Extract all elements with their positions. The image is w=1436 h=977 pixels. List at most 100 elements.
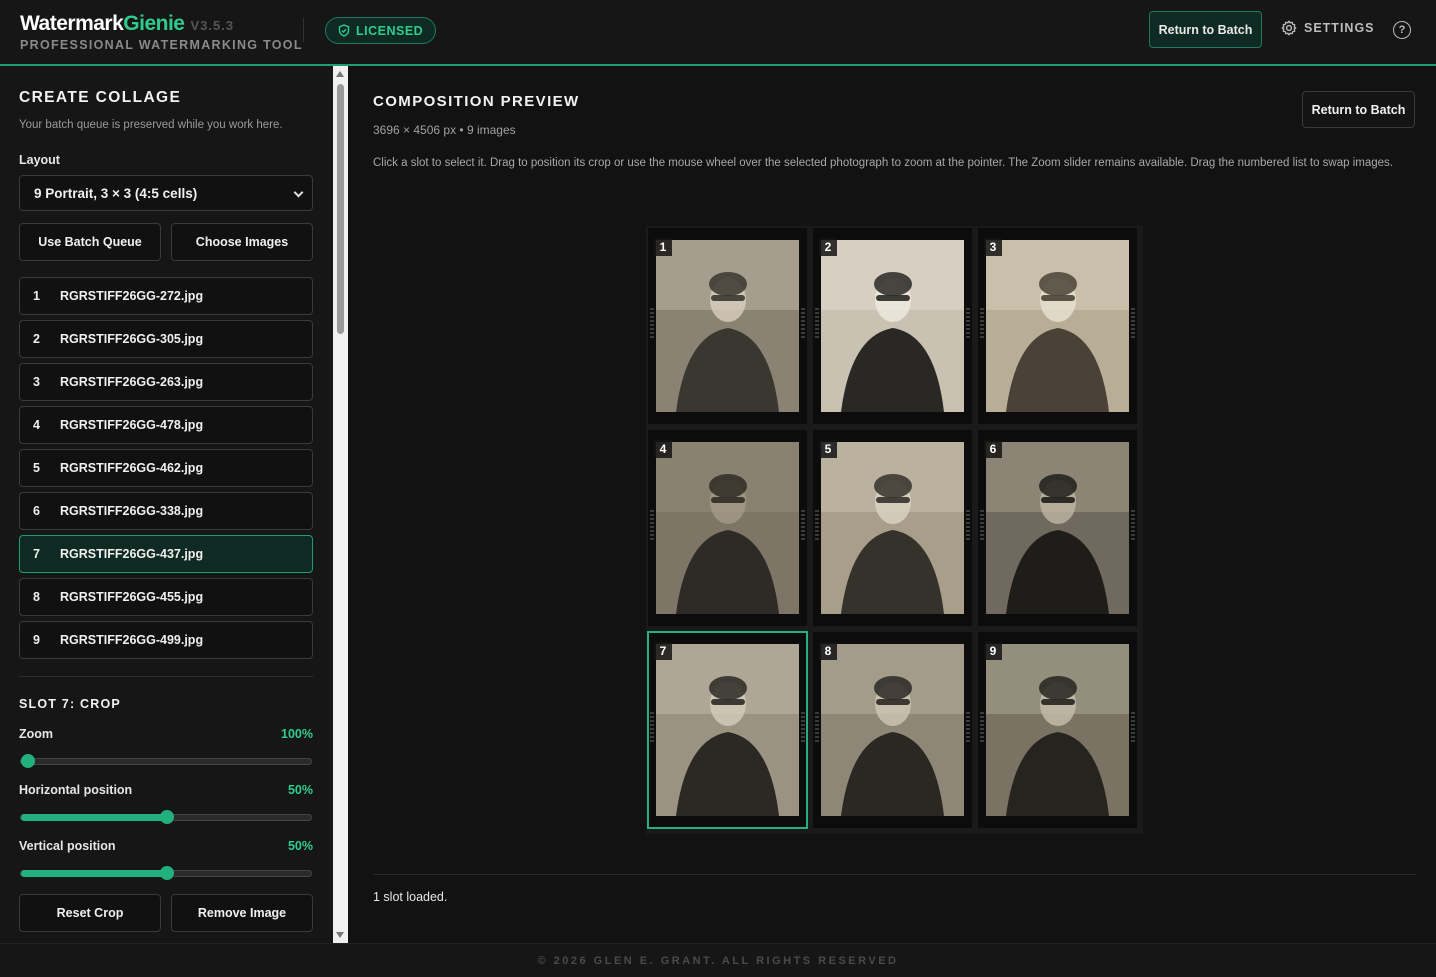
photo-thumbnail [821,644,964,816]
zoom-slider[interactable] [20,754,312,768]
reset-crop-button[interactable]: Reset Crop [19,894,161,932]
photo-thumbnail [821,442,964,614]
collage-photo[interactable] [986,644,1129,816]
collage-photo[interactable] [986,442,1129,614]
film-edge-marks [650,510,654,540]
image-list-item-number: 9 [33,633,40,647]
settings-button[interactable]: SETTINGS [1281,20,1375,36]
image-list-item[interactable]: 5 RGRSTIFF26GG-462.jpg [19,449,313,487]
layout-select[interactable]: 9 Portrait, 3 × 3 (4:5 cells) [19,175,313,211]
collage-photo[interactable] [656,644,799,816]
film-edge-marks [966,308,970,338]
film-edge-marks [980,510,984,540]
film-edge-marks [980,308,984,338]
settings-label: SETTINGS [1304,21,1375,35]
collage-slot[interactable]: 4 [648,430,807,626]
remove-image-button[interactable]: Remove Image [171,894,313,932]
composition-dimensions: 3696 × 4506 px • 9 images [373,123,516,137]
choose-images-button[interactable]: Choose Images [171,223,313,261]
gear-icon [1281,20,1297,36]
collage-canvas[interactable]: 1 2 3 4 5 6 7 8 9 [646,226,1143,834]
vertical-position-label: Vertical position [19,839,116,853]
image-list-item-filename: RGRSTIFF26GG-499.jpg [60,633,204,647]
collage-slot[interactable]: 5 [813,430,972,626]
film-edge-marks [1131,510,1135,540]
help-icon[interactable]: ? [1393,21,1411,39]
licensed-label: LICENSED [356,23,424,38]
slot-number-badge: 1 [654,238,672,256]
horizontal-position-label: Horizontal position [19,783,133,797]
use-batch-queue-button[interactable]: Use Batch Queue [19,223,161,261]
vertical-position-fill [21,870,167,877]
slot-number-badge: 2 [819,238,837,256]
scrollbar-thumb[interactable] [337,84,344,334]
status-divider [373,874,1416,875]
image-list-item[interactable]: 6 RGRSTIFF26GG-338.jpg [19,492,313,530]
collage-photo[interactable] [821,442,964,614]
status-text: 1 slot loaded. [373,890,448,904]
slot-number-badge: 5 [819,440,837,458]
image-list-item[interactable]: 3 RGRSTIFF26GG-263.jpg [19,363,313,401]
collage-photo[interactable] [656,442,799,614]
collage-slot[interactable]: 6 [978,430,1137,626]
film-edge-marks [815,712,819,742]
collage-slot[interactable]: 7 [647,631,808,829]
image-list-item[interactable]: 4 RGRSTIFF26GG-478.jpg [19,406,313,444]
film-edge-marks [1131,308,1135,338]
brand-tagline: PROFESSIONAL WATERMARKING TOOL [20,38,303,52]
horizontal-position-slider[interactable] [20,810,312,824]
main-panel: COMPOSITION PREVIEW 3696 × 4506 px • 9 i… [348,66,1436,943]
photo-thumbnail [656,240,799,412]
collage-photo[interactable] [821,644,964,816]
footer: © 2026 GLEN E. GRANT. ALL RIGHTS RESERVE… [0,943,1436,977]
film-edge-marks [801,712,805,742]
sidebar-title: CREATE COLLAGE [19,89,182,106]
header-divider [303,18,304,42]
image-list-item-number: 6 [33,504,40,518]
collage-slot[interactable]: 2 [813,228,972,424]
sidebar: CREATE COLLAGE Your batch queue is prese… [0,66,333,943]
film-edge-marks [801,510,805,540]
film-edge-marks [801,308,805,338]
image-list-item-filename: RGRSTIFF26GG-462.jpg [60,461,204,475]
collage-photo[interactable] [656,240,799,412]
film-edge-marks [815,510,819,540]
collage-slot[interactable]: 9 [978,632,1137,828]
image-list-item-filename: RGRSTIFF26GG-305.jpg [60,332,204,346]
scroll-up-arrow-icon[interactable] [336,71,344,77]
scroll-down-arrow-icon[interactable] [336,932,344,938]
vertical-position-slider[interactable] [20,866,312,880]
collage-photo[interactable] [821,240,964,412]
photo-thumbnail [821,240,964,412]
collage-photo[interactable] [986,240,1129,412]
horizontal-position-thumb[interactable] [160,810,174,824]
slot-number-badge: 9 [984,642,1002,660]
sidebar-scrollbar[interactable] [333,66,348,943]
collage-slot[interactable]: 1 [648,228,807,424]
layout-label: Layout [19,153,60,167]
layout-select-value: 9 Portrait, 3 × 3 (4:5 cells) [34,185,198,201]
image-list-item-number: 3 [33,375,40,389]
slot-number-badge: 3 [984,238,1002,256]
vertical-position-thumb[interactable] [160,866,174,880]
collage-slot[interactable]: 3 [978,228,1137,424]
slot-number-badge: 8 [819,642,837,660]
image-list-item-number: 8 [33,590,40,604]
return-to-batch-button[interactable]: Return to Batch [1149,11,1262,48]
image-list-item[interactable]: 8 RGRSTIFF26GG-455.jpg [19,578,313,616]
licensed-badge: LICENSED [325,17,437,44]
film-edge-marks [966,712,970,742]
collage-slot[interactable]: 8 [813,632,972,828]
sidebar-subtitle: Your batch queue is preserved while you … [19,119,283,131]
image-list-item-filename: RGRSTIFF26GG-263.jpg [60,375,204,389]
image-list-item[interactable]: 1 RGRSTIFF26GG-272.jpg [19,277,313,315]
image-list-item[interactable]: 7 RGRSTIFF26GG-437.jpg [19,535,313,573]
return-to-batch-button-main[interactable]: Return to Batch [1302,91,1415,128]
brand: WatermarkGienie V3.5.3 PROFESSIONAL WATER… [20,12,303,52]
horizontal-position-value: 50% [287,783,313,797]
image-list-item[interactable]: 2 RGRSTIFF26GG-305.jpg [19,320,313,358]
photo-thumbnail [986,240,1129,412]
image-list-item[interactable]: 9 RGRSTIFF26GG-499.jpg [19,621,313,659]
vertical-position-value: 50% [287,839,313,853]
zoom-slider-thumb[interactable] [21,754,35,768]
